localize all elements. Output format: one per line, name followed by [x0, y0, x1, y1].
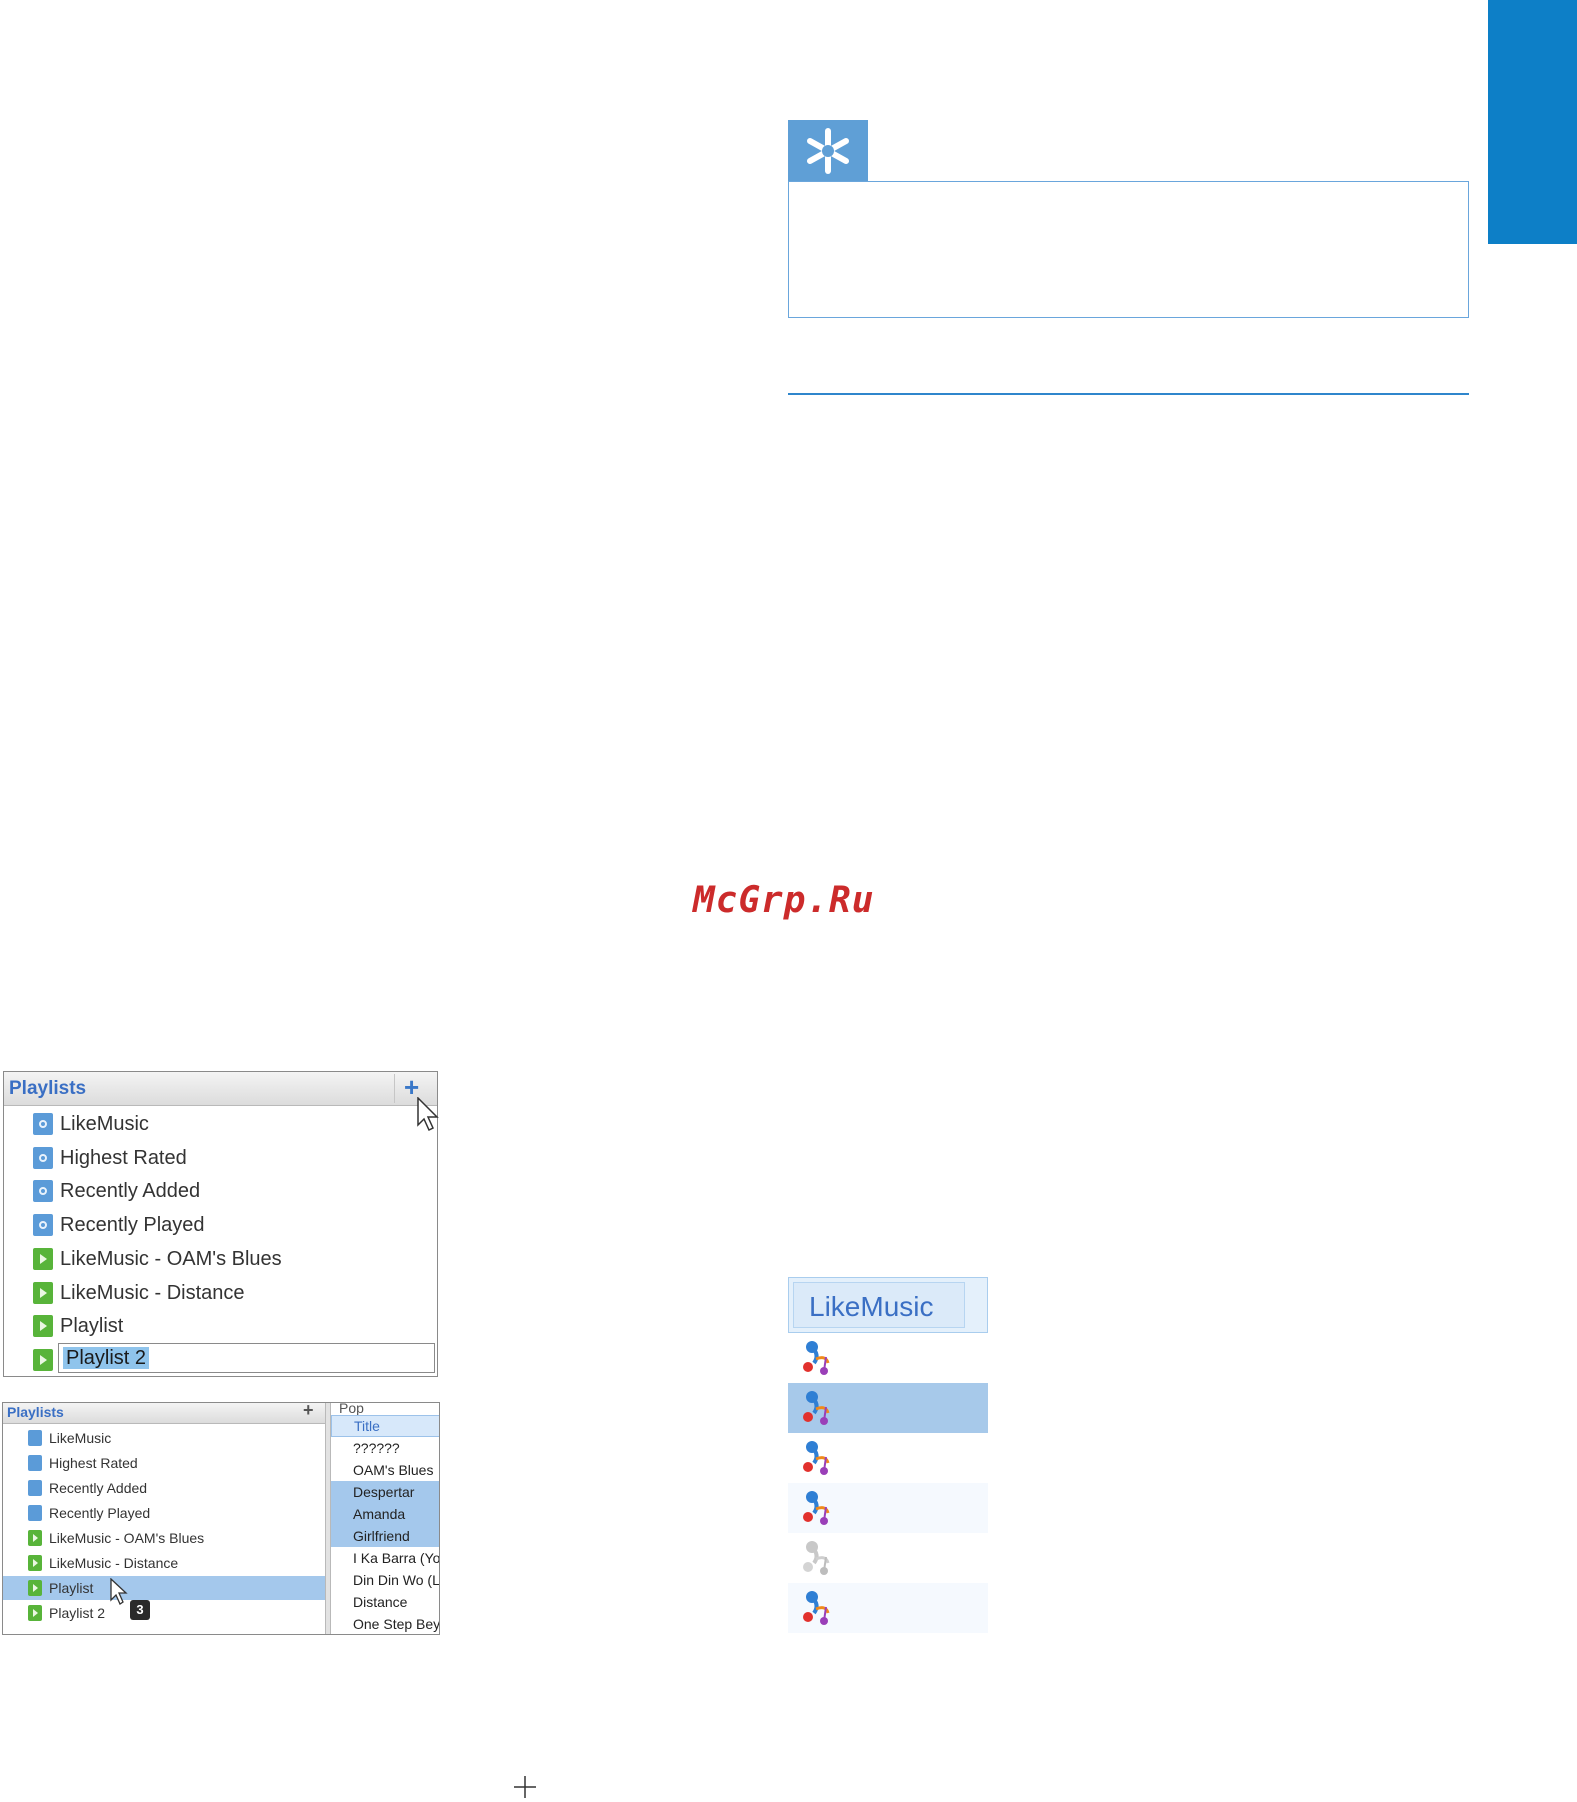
playlist-item-oams-blues[interactable]: LikeMusic - OAM's Blues: [3, 1526, 325, 1550]
auto-playlist-icon: [33, 1147, 53, 1169]
likemusic-row[interactable]: [788, 1383, 988, 1433]
track-row[interactable]: OAM's Blues: [331, 1459, 439, 1481]
tip-icon: [788, 120, 868, 182]
track-row[interactable]: Distance: [331, 1591, 439, 1613]
playlist-item-highest-rated[interactable]: Highest Rated: [3, 1451, 325, 1475]
playlist-item-playlist[interactable]: Playlist: [33, 1311, 123, 1341]
likemusic-column-header[interactable]: LikeMusic: [788, 1277, 988, 1333]
section-tab: [1488, 0, 1577, 244]
playlists-header: Playlists +: [3, 1403, 325, 1424]
playlist-icon: [28, 1530, 42, 1546]
playlist-icon: [33, 1315, 53, 1337]
playlist-icon: [33, 1282, 53, 1304]
playlist-item-highest-rated[interactable]: Highest Rated: [33, 1143, 187, 1173]
likemusic-icon: [803, 1541, 830, 1575]
playlist-item-likemusic[interactable]: LikeMusic: [33, 1109, 149, 1139]
playlist-icon: [33, 1349, 53, 1371]
tip-box: [788, 181, 1469, 318]
playlists-title: Playlists: [9, 1078, 87, 1099]
add-playlist-button[interactable]: +: [303, 1403, 314, 1421]
auto-playlist-icon: [28, 1505, 42, 1521]
track-row[interactable]: I Ka Barra (Yo: [331, 1547, 439, 1569]
playlist-item-distance[interactable]: LikeMusic - Distance: [33, 1278, 245, 1308]
playlist-name-input[interactable]: Playlist 2: [58, 1343, 435, 1373]
drag-cursor-icon: [110, 1578, 128, 1605]
likemusic-icon: [803, 1441, 830, 1475]
playlist-item-distance[interactable]: LikeMusic - Distance: [3, 1551, 325, 1575]
playlists-panel-drag: Playlists + LikeMusic Highest Rated Rece…: [2, 1402, 440, 1635]
auto-playlist-icon: [33, 1214, 53, 1236]
likemusic-row[interactable]: [788, 1583, 988, 1633]
playlist-item-playlist-2[interactable]: Playlist 2: [3, 1601, 325, 1625]
auto-playlist-icon: [28, 1480, 42, 1496]
playlist-item-recently-added[interactable]: Recently Added: [3, 1476, 325, 1500]
likemusic-icon: [803, 1491, 830, 1525]
playlist-item-recently-played[interactable]: Recently Played: [3, 1501, 325, 1525]
playlist-icon: [28, 1555, 42, 1571]
auto-playlist-icon: [33, 1180, 53, 1202]
playlist-icon: [33, 1248, 53, 1270]
likemusic-row[interactable]: [788, 1333, 988, 1383]
track-row[interactable]: ??????: [331, 1437, 439, 1459]
section-divider: [788, 393, 1469, 395]
smart-playlist-icon: [33, 1113, 53, 1135]
likemusic-row[interactable]: [788, 1433, 988, 1483]
track-row[interactable]: Amanda: [331, 1503, 439, 1525]
playlist-item-playlist[interactable]: Playlist: [3, 1576, 325, 1600]
playlists-title: Playlists: [7, 1404, 64, 1420]
likemusic-icon: [803, 1341, 830, 1375]
likemusic-icon: [803, 1391, 830, 1425]
smart-playlist-icon: [28, 1430, 42, 1446]
likemusic-column: LikeMusic: [788, 1277, 988, 1634]
column-header-partial: Pop: [339, 1402, 364, 1416]
playlist-item-recently-added[interactable]: Recently Added: [33, 1176, 200, 1206]
watermark: McGrp.Ru: [693, 880, 875, 921]
playlists-header: Playlists +: [4, 1072, 437, 1106]
likemusic-row[interactable]: [788, 1533, 988, 1583]
likemusic-row[interactable]: [788, 1483, 988, 1533]
playlist-item-oams-blues[interactable]: LikeMusic - OAM's Blues: [33, 1244, 282, 1274]
likemusic-icon: [803, 1591, 830, 1625]
crosshair-icon: [514, 1776, 536, 1798]
playlist-icon: [28, 1580, 42, 1596]
track-row[interactable]: One Step Bey: [331, 1613, 439, 1634]
playlist-item-new: [33, 1345, 53, 1375]
track-row[interactable]: Despertar: [331, 1481, 439, 1503]
track-row[interactable]: Din Din Wo (L: [331, 1569, 439, 1591]
track-row[interactable]: Girlfriend: [331, 1525, 439, 1547]
playlist-icon: [28, 1605, 42, 1621]
track-list: Pop Title ?????? OAM's Blues Despertar A…: [331, 1402, 439, 1634]
playlist-name-selected-text: Playlist 2: [63, 1347, 150, 1369]
title-column-header[interactable]: Title: [331, 1415, 439, 1437]
playlist-item-recently-played[interactable]: Recently Played: [33, 1210, 205, 1240]
mouse-cursor-icon: [417, 1097, 439, 1132]
auto-playlist-icon: [28, 1455, 42, 1471]
asterisk-icon: [807, 128, 849, 174]
playlist-item-likemusic[interactable]: LikeMusic: [3, 1426, 325, 1450]
drag-count-badge: 3: [130, 1600, 150, 1620]
